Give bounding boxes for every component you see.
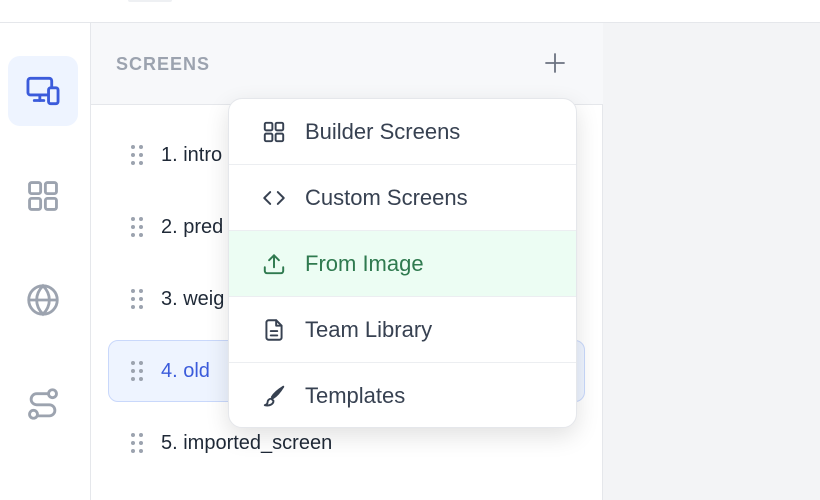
devices-icon (26, 76, 60, 106)
code-icon (263, 190, 285, 205)
add-screen-menu: Builder Screens Custom Screens From Imag… (228, 98, 577, 428)
drag-handle-icon[interactable] (131, 360, 145, 382)
menu-item-templates[interactable]: Templates (229, 363, 576, 427)
screen-label: 2. pred (161, 215, 224, 238)
menu-item-from-image[interactable]: From Image (229, 231, 576, 297)
menu-item-label: Team Library (305, 316, 433, 342)
menu-item-label: Custom Screens (305, 184, 468, 210)
globe-icon (27, 283, 59, 317)
menu-item-label: From Image (305, 250, 424, 276)
add-screen-button[interactable] (541, 49, 569, 77)
flow-icon (28, 388, 58, 420)
panel-title: SCREENS (116, 54, 211, 74)
rail-flow-button[interactable] (8, 369, 78, 439)
screen-label: 3. weig (161, 287, 225, 310)
grid-icon (28, 181, 58, 211)
screen-label: 4. old (161, 359, 210, 382)
rail-grid-button[interactable] (8, 161, 78, 231)
document-icon (265, 318, 283, 341)
drag-handle-icon[interactable] (131, 216, 145, 238)
brush-icon (263, 385, 285, 407)
canvas-area (603, 23, 820, 500)
upload-icon (263, 253, 285, 274)
rail-globe-button[interactable] (8, 265, 78, 335)
drag-handle-icon[interactable] (131, 288, 145, 310)
plus-icon (545, 53, 565, 73)
menu-item-label: Builder Screens (305, 118, 461, 144)
left-rail (0, 23, 91, 500)
menu-item-label: Templates (305, 383, 406, 408)
top-bar (0, 0, 820, 23)
grid-icon (263, 121, 285, 142)
screens-panel-header: SCREENS (91, 23, 603, 105)
menu-item-custom-screens[interactable]: Custom Screens (229, 165, 576, 231)
drag-handle-icon[interactable] (131, 432, 145, 454)
drag-handle-icon[interactable] (131, 144, 145, 166)
screen-label: 5. imported_screen (161, 431, 333, 454)
top-tab-stub (128, 0, 172, 2)
menu-item-builder-screens[interactable]: Builder Screens (229, 99, 576, 165)
menu-item-team-library[interactable]: Team Library (229, 297, 576, 363)
rail-devices-button[interactable] (8, 56, 78, 126)
screen-label: 1. intro (161, 143, 223, 166)
